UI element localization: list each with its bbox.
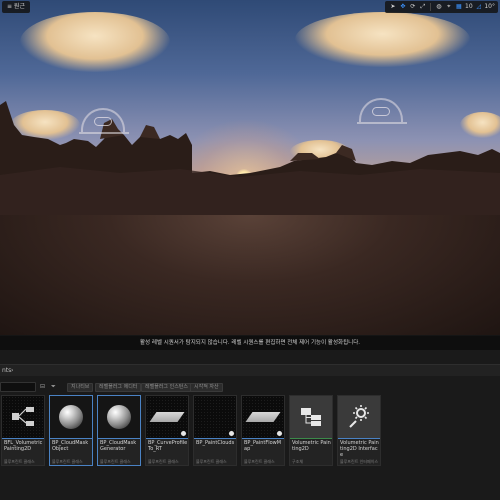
asset-name: Volumetric Painting2D: [292, 440, 331, 452]
asset-name: Volumetric Painting2D Interface: [340, 440, 379, 458]
asset-name: BFL_Volumetric Painting2D: [4, 440, 43, 452]
content-browser-title: nts: [2, 367, 12, 374]
filter-chip[interactable]: 지나티브: [67, 383, 94, 392]
save-icon[interactable]: ⊟: [40, 382, 45, 392]
plane-icon: [149, 412, 185, 422]
asset-thumbnail: [2, 396, 44, 438]
content-browser-header: nts ›: [0, 364, 500, 376]
asset-tile[interactable]: BP_CurveProfile To_RT 블루프린트 클래스: [145, 395, 189, 466]
asset-type: 블루프린트 클래스: [196, 459, 227, 464]
select-tool-icon[interactable]: ➤: [388, 1, 397, 13]
sphere-icon: [107, 405, 131, 429]
asset-type: 블루프린트 클래스: [244, 459, 275, 464]
scale-tool-icon[interactable]: ⤢: [418, 1, 427, 13]
asset-type: 블루프린트 클래스: [52, 459, 83, 464]
asset-thumbnail: [146, 396, 188, 438]
content-browser: nts › ⊟ ⏷ 지나티브 레벨플러그 에디터 레벨플러그 인스턴스 시각적 …: [0, 350, 500, 500]
rotation-snap-value[interactable]: 10°: [484, 1, 495, 13]
asset-tile[interactable]: BFL_Volumetric Painting2D 블루프린트 클래스: [1, 395, 45, 466]
asset-thumbnail: [290, 396, 332, 438]
sequencer-status-message: 활성 레벨 시퀀서가 탐지되지 않습니다. 레벨 시퀀스를 편집하면 전체 제어…: [0, 336, 500, 350]
asset-type: 블루프린트 클래스: [100, 459, 131, 464]
asset-tile[interactable]: Volumetric Painting2D 구조체: [289, 395, 333, 466]
asset-tile[interactable]: BP_CloudMask Generator 블루프린트 클래스: [97, 395, 141, 466]
filter-chip[interactable]: 시각적 자산: [190, 383, 223, 392]
blueprint-badge-icon: [229, 431, 234, 436]
cloud: [295, 12, 470, 67]
surface-snap-icon[interactable]: ⌖: [444, 1, 453, 13]
asset-tile[interactable]: BP_PaintFlowMap 블루프린트 클래스: [241, 395, 285, 466]
asset-thumbnail: [50, 396, 92, 438]
struct-icon: [301, 408, 321, 426]
graph-icon: [12, 407, 34, 426]
search-input[interactable]: [0, 382, 36, 392]
desert-ground: [0, 215, 500, 335]
asset-type: 구조체: [292, 459, 304, 464]
asset-thumbnail: [98, 396, 140, 438]
filter-chip[interactable]: 레벨플러그 인스턴스: [141, 383, 192, 392]
blueprint-badge-icon: [277, 431, 282, 436]
asset-type: 블루프린트 클래스: [148, 459, 179, 464]
content-browser-toolbar: ⊟ ⏷ 지나티브 레벨플러그 에디터 레벨플러그 인스턴스 시각적 자산: [0, 382, 500, 394]
separator: [430, 3, 432, 11]
move-tool-icon[interactable]: ✥: [398, 1, 407, 13]
asset-tile[interactable]: BP_CloudMask Object 블루프린트 클래스: [49, 395, 93, 466]
view-options-menu[interactable]: ≡ 원근: [2, 1, 30, 13]
asset-thumbnail: [242, 396, 284, 438]
grid-snap-value[interactable]: 10: [464, 1, 473, 13]
sphere-icon: [59, 405, 83, 429]
viewport-toolbar: ≡ 원근 ➤ ✥ ⟳ ⤢ ◍ ⌖ ▦ 10 ◿ 10°: [0, 0, 500, 14]
asset-thumbnail: [338, 396, 380, 438]
grid-snap-icon[interactable]: ▦: [454, 1, 463, 13]
asset-name: BP_PaintClouds: [196, 440, 235, 446]
asset-name: BP_CurveProfile To_RT: [148, 440, 188, 452]
blueprint-badge-icon: [181, 431, 186, 436]
cloud: [20, 12, 170, 72]
asset-type: 블루프린트 클래스: [4, 459, 35, 464]
world-space-icon[interactable]: ◍: [434, 1, 443, 13]
asset-tile[interactable]: Volumetric Painting2D Interface 블루프린트 인터…: [337, 395, 381, 466]
asset-name: BP_CloudMask Generator: [100, 440, 137, 452]
transform-tools: ➤ ✥ ⟳ ⤢ ◍ ⌖ ▦ 10 ◿ 10°: [385, 1, 498, 13]
rotate-tool-icon[interactable]: ⟳: [408, 1, 417, 13]
interface-icon: [349, 405, 369, 428]
rotation-snap-icon[interactable]: ◿: [474, 1, 483, 13]
plane-icon: [245, 412, 281, 422]
asset-name: BP_PaintFlowMap: [244, 440, 282, 452]
asset-type: 블루프린트 인터페이스: [340, 459, 379, 464]
asset-name: BP_CloudMask Object: [52, 440, 89, 452]
filter-icon[interactable]: ⏷: [51, 382, 56, 392]
asset-tile[interactable]: BP_PaintClouds 블루프린트 클래스: [193, 395, 237, 466]
asset-thumbnail: [194, 396, 236, 438]
level-viewport[interactable]: ≡ 원근 ➤ ✥ ⟳ ⤢ ◍ ⌖ ▦ 10 ◿ 10°: [0, 0, 500, 335]
asset-grid: BFL_Volumetric Painting2D 블루프린트 클래스 BP_C…: [0, 394, 500, 469]
chevron-right-icon[interactable]: ›: [11, 365, 13, 377]
filter-chip[interactable]: 레벨플러그 에디터: [95, 383, 142, 392]
